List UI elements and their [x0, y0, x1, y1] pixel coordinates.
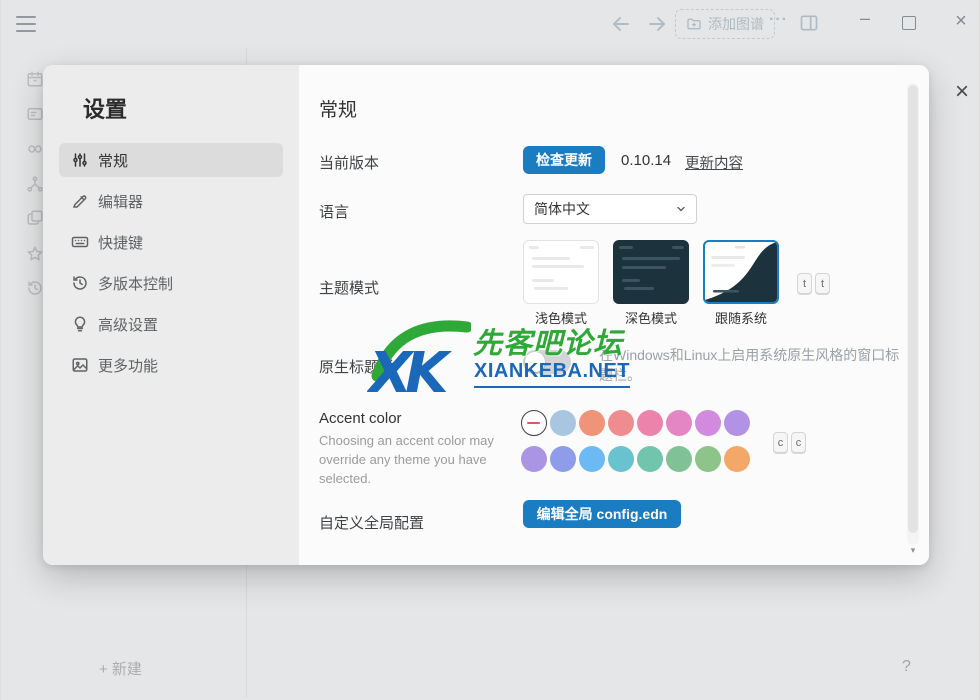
custom-config-label: 自定义全局配置 — [319, 512, 424, 533]
accent-swatch[interactable] — [637, 410, 663, 436]
theme-label: 主题模式 — [319, 277, 379, 298]
settings-nav-sidebar: 设置 常规 编辑器 快捷键 多版本控制 高级设置 — [43, 65, 299, 565]
settings-nav-general[interactable]: 常规 — [59, 143, 283, 177]
accent-swatch[interactable] — [550, 410, 576, 436]
accent-swatch-row-2 — [521, 446, 750, 472]
settings-nav-editor[interactable]: 编辑器 — [59, 184, 283, 218]
accent-swatch[interactable] — [521, 446, 547, 472]
theme-option-light[interactable] — [523, 240, 599, 304]
panel-scrollbar-thumb[interactable] — [908, 85, 918, 533]
accent-swatch-row-1 — [521, 410, 750, 436]
accent-swatch[interactable] — [608, 410, 634, 436]
accent-swatch[interactable] — [550, 446, 576, 472]
settings-panel: × 常规 当前版本 检查更新 0.10.14 更新内容 语言 简体中文 主题模式 — [299, 65, 929, 565]
check-update-button[interactable]: 检查更新 — [523, 146, 605, 174]
accent-swatch[interactable] — [608, 446, 634, 472]
image-icon — [71, 356, 89, 374]
changelog-link[interactable]: 更新内容 — [685, 152, 743, 173]
accent-swatch[interactable] — [695, 410, 721, 436]
bulb-icon — [71, 315, 89, 333]
settings-nav-label: 编辑器 — [98, 191, 143, 212]
accent-swatch[interactable] — [579, 410, 605, 436]
theme-option-system[interactable] — [703, 240, 779, 304]
language-select[interactable]: 简体中文 — [523, 194, 697, 224]
accent-swatch[interactable] — [724, 410, 750, 436]
settings-nav-label: 多版本控制 — [98, 273, 173, 294]
panel-heading: 常规 — [319, 95, 357, 122]
settings-nav-label: 更多功能 — [98, 355, 158, 376]
sliders-icon — [71, 151, 89, 169]
settings-nav-advanced[interactable]: 高级设置 — [59, 307, 283, 341]
accent-shortcut-badge: c c — [773, 432, 806, 453]
native-titlebar-description: 在Windows和Linux上启用系统原生风格的窗口标题栏。 — [599, 345, 911, 385]
accent-swatch[interactable] — [579, 446, 605, 472]
settings-nav-shortcuts[interactable]: 快捷键 — [59, 225, 283, 259]
settings-nav-label: 常规 — [98, 150, 128, 171]
kbd-key: c — [791, 432, 806, 453]
settings-title: 设置 — [83, 92, 127, 124]
theme-system-label: 跟随系统 — [703, 308, 779, 327]
edit-global-config-button[interactable]: 编辑全局 config.edn — [523, 500, 681, 528]
kbd-key: c — [773, 432, 788, 453]
keyboard-icon — [71, 233, 89, 251]
accent-swatch[interactable] — [666, 410, 692, 436]
language-selected-value: 简体中文 — [534, 199, 590, 219]
settings-nav-label: 高级设置 — [98, 314, 158, 335]
kbd-key: t — [815, 273, 830, 294]
accent-description: Choosing an accent color may override an… — [319, 431, 515, 488]
accent-label: Accent color — [319, 410, 402, 427]
theme-option-dark[interactable] — [613, 240, 689, 304]
native-titlebar-label: 原生标题栏 — [319, 356, 394, 377]
language-label: 语言 — [319, 201, 349, 222]
app-window: 添加图谱 ··· – × + 新建 ? 设置 — [0, 0, 980, 700]
version-value: 0.10.14 — [621, 152, 671, 169]
settings-nav-label: 快捷键 — [98, 232, 143, 253]
accent-swatch[interactable] — [724, 446, 750, 472]
chevron-down-icon — [675, 203, 687, 215]
theme-light-label: 浅色模式 — [523, 308, 599, 327]
accent-swatch-none[interactable] — [521, 410, 547, 436]
history-icon — [71, 274, 89, 292]
panel-scrollbar-track[interactable] — [907, 83, 919, 545]
settings-nav-features[interactable]: 更多功能 — [59, 348, 283, 382]
theme-dark-label: 深色模式 — [613, 308, 689, 327]
accent-swatch[interactable] — [695, 446, 721, 472]
theme-shortcut-badge: t t — [797, 273, 830, 294]
settings-nav-version-control[interactable]: 多版本控制 — [59, 266, 283, 300]
kbd-key: t — [797, 273, 812, 294]
accent-swatch[interactable] — [637, 446, 663, 472]
accent-swatch[interactable] — [666, 446, 692, 472]
native-titlebar-toggle[interactable] — [523, 350, 571, 374]
close-icon[interactable]: × — [949, 80, 975, 106]
version-label: 当前版本 — [319, 152, 379, 173]
pencil-icon — [71, 192, 89, 210]
settings-dialog: 设置 常规 编辑器 快捷键 多版本控制 高级设置 — [43, 65, 929, 565]
scroll-down-icon[interactable]: ▾ — [908, 545, 918, 556]
